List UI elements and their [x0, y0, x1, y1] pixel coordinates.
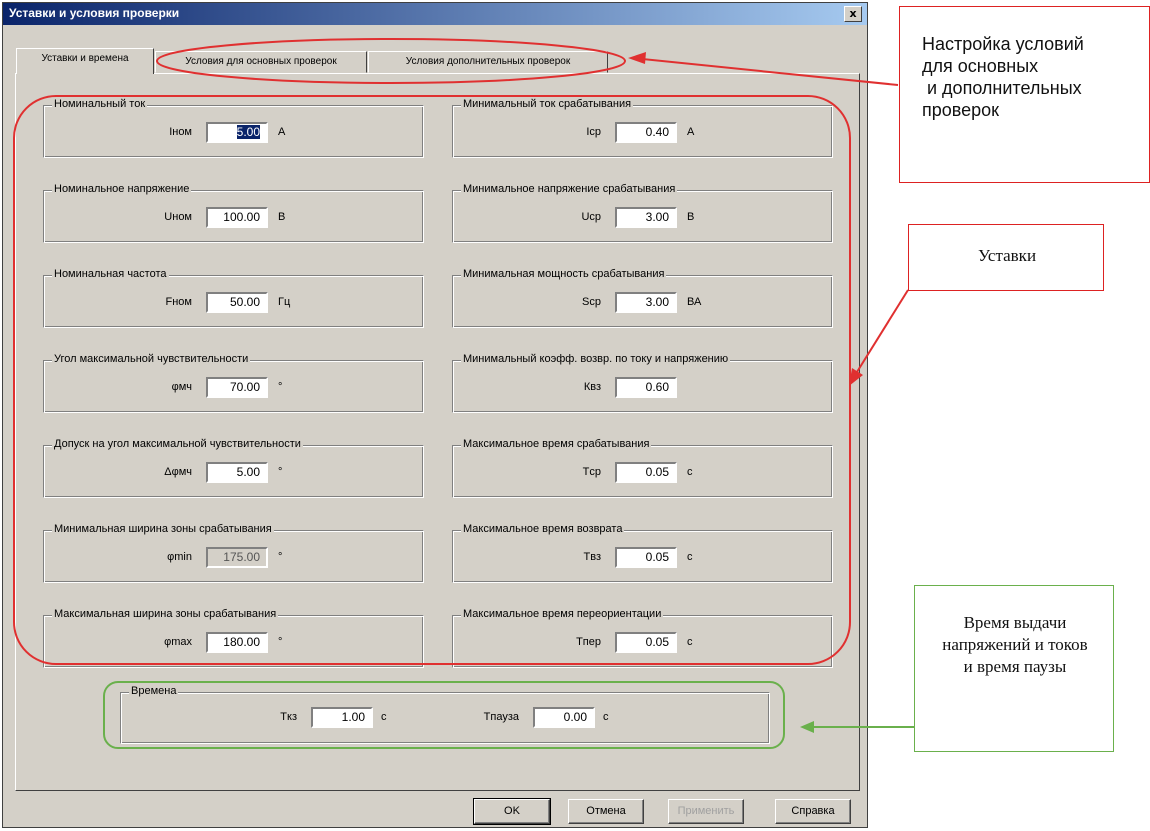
min-pickup-power-group: Минимальная мощность срабатывания Sср 3.00…: [452, 268, 833, 328]
min-reset-ratio-input[interactable]: 0.60: [615, 377, 677, 398]
min-zone-width-group: Минимальная ширина зоны срабатывания φmin…: [43, 523, 424, 583]
max-zone-width-group-title: Максимальная ширина зоны срабатывания: [52, 608, 279, 620]
setpoints-note-text: Уставки: [977, 246, 1037, 265]
max-reset-time-unit: с: [687, 551, 693, 563]
rated-current-unit: А: [278, 126, 286, 138]
min-pickup-power-group-title: Минимальная мощность срабатывания: [461, 268, 667, 280]
max-sensitivity-angle-tolerance-unit: °: [278, 466, 283, 478]
times-group: Времена Tкз 1.00 с Tпауза 0.00 с: [120, 685, 770, 744]
apply-button[interactable]: Применить: [668, 799, 744, 824]
max-sensitivity-angle-input[interactable]: 70.00: [206, 377, 268, 398]
min-pickup-current-input[interactable]: 0.40: [615, 122, 677, 143]
max-reorientation-time-unit: с: [687, 636, 693, 648]
min-zone-width-label: φmin: [167, 551, 192, 563]
min-pickup-power-input[interactable]: 3.00: [615, 292, 677, 313]
min-reset-ratio-label: Квз: [583, 381, 601, 393]
dialog-title: Уставки и условия проверки: [9, 6, 180, 20]
max-reset-time-group-title: Максимальное время возврата: [461, 523, 625, 535]
help-button[interactable]: Справка: [775, 799, 851, 824]
rated-voltage-unit: В: [278, 211, 286, 223]
min-pickup-current-group-title: Минимальный ток срабатывания: [461, 98, 634, 110]
min-pickup-voltage-input[interactable]: 3.00: [615, 207, 677, 228]
min-pickup-voltage-label: Uср: [581, 211, 601, 223]
max-pickup-time-group: Максимальное время срабатывания Tср 0.05 с: [452, 438, 833, 498]
rated-frequency-group-title: Номинальная частота: [52, 268, 169, 280]
min-pickup-voltage-group-title: Минимальное напряжение срабатывания: [461, 183, 678, 195]
tkz-unit: с: [381, 711, 387, 723]
times-note-callout: Время выдачи напряжений и токов и время …: [914, 585, 1114, 752]
rated-frequency-group: Номинальная частота Fном 50.00 Гц: [43, 268, 424, 328]
max-sensitivity-angle-tolerance-label: Δφмч: [164, 466, 192, 478]
rated-frequency-unit: Гц: [278, 296, 291, 308]
max-pickup-time-unit: с: [687, 466, 693, 478]
max-sensitivity-angle-tolerance-input[interactable]: 5.00: [206, 462, 268, 483]
min-zone-width-input[interactable]: 175.00: [206, 547, 268, 568]
max-sensitivity-angle-group: Угол максимальной чувствительности φмч 70.…: [43, 353, 424, 413]
cancel-button[interactable]: Отмена: [568, 799, 644, 824]
max-reorientation-time-label: Tпер: [576, 636, 601, 648]
min-zone-width-group-title: Минимальная ширина зоны срабатывания: [52, 523, 274, 535]
min-reset-ratio-group: Минимальный коэфф. возвр. по току и напр…: [452, 353, 833, 413]
dialog-window: Уставки и условия проверки x Уставки и в…: [2, 2, 868, 828]
min-pickup-power-label: Sср: [582, 296, 601, 308]
rated-current-group: Номинальный ток Iном 5.00 А: [43, 98, 424, 158]
tpause-input[interactable]: 0.00: [533, 707, 595, 728]
rated-current-input[interactable]: 5.00: [206, 122, 268, 143]
times-note-text: Время выдачи напряжений и токов и время …: [942, 613, 1088, 676]
max-reset-time-label: Tвз: [583, 551, 601, 563]
rated-frequency-label: Fном: [165, 296, 192, 308]
title-bar: Уставки и условия проверки x: [3, 3, 867, 25]
rated-current-group-title: Номинальный ток: [52, 98, 148, 110]
tab-setpoints-and-times[interactable]: Уставки и времена: [16, 48, 154, 74]
ok-button[interactable]: OK: [473, 798, 551, 825]
min-pickup-voltage-unit: В: [687, 211, 695, 223]
max-reorientation-time-input[interactable]: 0.05: [615, 632, 677, 653]
close-button[interactable]: x: [844, 6, 862, 22]
tkz-input[interactable]: 1.00: [311, 707, 373, 728]
max-pickup-time-label: Tср: [582, 466, 601, 478]
max-zone-width-label: φmax: [164, 636, 192, 648]
tab-page-setpoints: Номинальный ток Iном 5.00 А Номинальное напр…: [15, 73, 860, 791]
tab-main-check-conditions[interactable]: Условия для основных проверок: [155, 51, 367, 73]
max-zone-width-input[interactable]: 180.00: [206, 632, 268, 653]
times-group-title: Времена: [129, 685, 179, 697]
tkz-label: Tкз: [280, 711, 297, 723]
rated-voltage-group: Номинальное напряжение Uном 100.00 В: [43, 183, 424, 243]
tpause-label: Tпауза: [483, 711, 519, 723]
max-reset-time-group: Максимальное время возврата Tвз 0.05 с: [452, 523, 833, 583]
selected-value-highlight: 5.00: [236, 125, 260, 139]
tabs-note-callout: Настройка условий для основных и дополни…: [899, 6, 1150, 183]
min-pickup-current-unit: А: [687, 126, 695, 138]
rated-frequency-input[interactable]: 50.00: [206, 292, 268, 313]
min-pickup-voltage-group: Минимальное напряжение срабатывания Uср 3.…: [452, 183, 833, 243]
tpause-unit: с: [603, 711, 609, 723]
max-sensitivity-angle-label: φмч: [171, 381, 192, 393]
min-reset-ratio-group-title: Минимальный коэфф. возвр. по току и напр…: [461, 353, 731, 365]
rated-voltage-group-title: Номинальное напряжение: [52, 183, 192, 195]
min-pickup-current-group: Минимальный ток срабатывания Iср 0.40 А: [452, 98, 833, 158]
max-reorientation-time-group-title: Максимальное время переориентации: [461, 608, 664, 620]
max-sensitivity-angle-tolerance-group-title: Допуск на угол максимальной чувствительн…: [52, 438, 303, 450]
rated-voltage-label: Uном: [164, 211, 192, 223]
tab-additional-check-conditions[interactable]: Условия дополнительных проверок: [368, 51, 608, 73]
rated-voltage-input[interactable]: 100.00: [206, 207, 268, 228]
max-zone-width-unit: °: [278, 636, 283, 648]
min-pickup-power-unit: ВА: [687, 296, 702, 308]
tabs-note-text: Настройка условий для основных и дополни…: [922, 34, 1084, 120]
max-sensitivity-angle-group-title: Угол максимальной чувствительности: [52, 353, 251, 365]
min-pickup-current-label: Iср: [586, 126, 601, 138]
max-sensitivity-angle-tolerance-group: Допуск на угол максимальной чувствительн…: [43, 438, 424, 498]
max-reset-time-input[interactable]: 0.05: [615, 547, 677, 568]
max-sensitivity-angle-unit: °: [278, 381, 283, 393]
rated-current-label: Iном: [169, 126, 192, 138]
max-reorientation-time-group: Максимальное время переориентации Tпер 0.0…: [452, 608, 833, 668]
max-pickup-time-input[interactable]: 0.05: [615, 462, 677, 483]
max-zone-width-group: Максимальная ширина зоны срабатывания φma…: [43, 608, 424, 668]
setpoints-note-callout: Уставки: [908, 224, 1104, 291]
min-zone-width-unit: °: [278, 551, 283, 563]
max-pickup-time-group-title: Максимальное время срабатывания: [461, 438, 652, 450]
